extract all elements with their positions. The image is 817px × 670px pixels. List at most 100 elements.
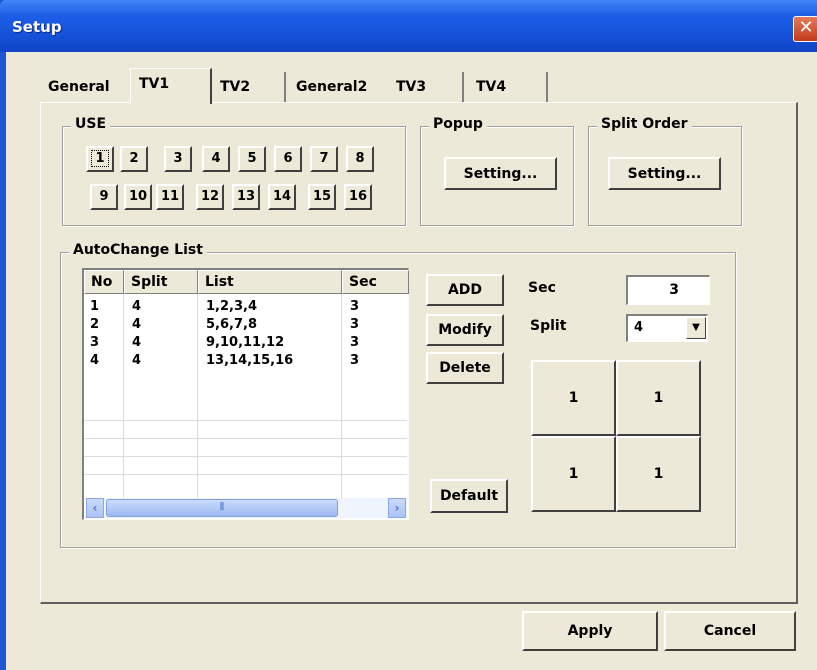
column-label: List <box>205 274 234 290</box>
column-header-no[interactable]: No <box>84 270 124 294</box>
grid-line <box>341 294 342 498</box>
channel-label: 1 <box>91 150 109 167</box>
preview-cell[interactable]: 1 <box>531 436 616 512</box>
tab-tv3[interactable]: TV3 <box>388 72 464 102</box>
channel-label: 4 <box>211 151 221 166</box>
preview-cell[interactable]: 1 <box>531 360 616 436</box>
chevron-right-icon: › <box>394 501 400 515</box>
column-header-split[interactable]: Split <box>124 270 198 294</box>
channel-button-7[interactable]: 7 <box>310 146 338 172</box>
horizontal-scrollbar[interactable]: ‹ ⦀ › <box>86 498 407 518</box>
split-order-group-title: Split Order <box>597 116 692 132</box>
channel-label: 7 <box>319 151 329 166</box>
tab-tv1[interactable]: TV1 <box>130 68 212 104</box>
channel-button-6[interactable]: 6 <box>274 146 302 172</box>
apply-button[interactable]: Apply <box>522 611 658 651</box>
button-label: Modify <box>438 322 492 338</box>
channel-label: 14 <box>272 189 292 204</box>
scroll-left-button[interactable]: ‹ <box>86 498 104 518</box>
split-order-setting-button[interactable]: Setting... <box>608 157 721 190</box>
cell-no: 3 <box>90 335 100 350</box>
delete-button[interactable]: Delete <box>426 352 504 384</box>
sec-input[interactable]: 3 <box>626 275 710 305</box>
split-select[interactable]: 4 ▼ <box>626 314 708 342</box>
button-label: ADD <box>447 282 483 298</box>
column-header-list[interactable]: List <box>198 270 342 294</box>
grid-line <box>84 420 407 421</box>
autochange-group-title: AutoChange List <box>69 242 207 258</box>
modify-button[interactable]: Modify <box>426 314 504 346</box>
channel-button-14[interactable]: 14 <box>268 184 296 210</box>
grid-line <box>84 456 407 457</box>
preview-cell[interactable]: 1 <box>616 360 701 436</box>
tab-tv2[interactable]: TV2 <box>212 72 286 102</box>
list-header: No Split List Sec <box>84 270 409 294</box>
scroll-right-button[interactable]: › <box>388 498 406 518</box>
grid-line <box>84 438 407 439</box>
channel-button-2[interactable]: 2 <box>120 146 148 172</box>
button-label: Setting... <box>627 165 702 182</box>
column-label: No <box>91 274 113 290</box>
cell-split: 4 <box>132 353 142 368</box>
autochange-listview[interactable]: No Split List Sec 1 4 1,2,3,4 3 2 4 5,6,… <box>82 268 409 520</box>
window-title: Setup <box>12 18 62 36</box>
cell-no: 1 <box>90 299 100 314</box>
split-label: Split <box>530 318 567 334</box>
channel-label: 10 <box>128 189 148 204</box>
button-label: Delete <box>439 360 491 376</box>
channel-label: 9 <box>99 189 109 204</box>
title-bar[interactable]: Setup ✕ <box>0 0 817 52</box>
channel-button-13[interactable]: 13 <box>232 184 260 210</box>
popup-setting-button[interactable]: Setting... <box>444 157 557 190</box>
channel-label: 11 <box>160 189 180 204</box>
cell-no: 2 <box>90 317 100 332</box>
use-group: USE <box>62 116 406 226</box>
cell-split: 4 <box>132 299 142 314</box>
channel-button-10[interactable]: 10 <box>124 184 152 210</box>
close-button[interactable]: ✕ <box>793 16 817 42</box>
channel-button-11[interactable]: 11 <box>156 184 184 210</box>
channel-button-15[interactable]: 15 <box>308 184 336 210</box>
preview-cell[interactable]: 1 <box>616 436 701 512</box>
channel-button-16[interactable]: 16 <box>344 184 372 210</box>
channel-label: 12 <box>200 189 220 204</box>
use-group-title: USE <box>71 116 111 132</box>
tab-tv4[interactable]: TV4 <box>468 72 548 102</box>
preview-cell-label: 1 <box>568 466 579 482</box>
cell-sec: 3 <box>350 317 360 332</box>
default-button[interactable]: Default <box>430 479 508 513</box>
scroll-thumb[interactable]: ⦀ <box>106 499 338 517</box>
split-select-value: 4 <box>634 320 644 335</box>
cell-list: 5,6,7,8 <box>206 317 257 332</box>
channel-button-5[interactable]: 5 <box>238 146 266 172</box>
channel-button-4[interactable]: 4 <box>202 146 230 172</box>
channel-label: 3 <box>173 151 183 166</box>
tab-general[interactable]: General <box>40 72 136 102</box>
add-button[interactable]: ADD <box>426 274 504 306</box>
cell-sec: 3 <box>350 353 360 368</box>
button-label: Default <box>439 488 499 504</box>
tab-general2[interactable]: General2 <box>288 72 388 102</box>
channel-button-8[interactable]: 8 <box>346 146 374 172</box>
close-icon: ✕ <box>798 17 814 38</box>
channel-button-9[interactable]: 9 <box>90 184 118 210</box>
preview-cell-label: 1 <box>568 390 579 406</box>
cell-split: 4 <box>132 335 142 350</box>
cancel-button[interactable]: Cancel <box>664 611 796 651</box>
channel-button-3[interactable]: 3 <box>164 146 192 172</box>
channel-button-12[interactable]: 12 <box>196 184 224 210</box>
channel-button-1[interactable]: 1 <box>86 146 114 172</box>
sec-label: Sec <box>528 280 556 296</box>
setup-dialog: Setup ✕ General TV1 TV2 General2 TV3 TV4… <box>0 0 817 670</box>
grid-line <box>197 294 198 498</box>
chevron-left-icon: ‹ <box>92 501 98 515</box>
channel-label: 15 <box>312 189 332 204</box>
dropdown-button[interactable]: ▼ <box>686 317 706 339</box>
cell-split: 4 <box>132 317 142 332</box>
chevron-down-icon: ▼ <box>692 322 700 333</box>
tab-label: TV2 <box>220 79 251 95</box>
column-header-sec[interactable]: Sec <box>342 270 409 294</box>
preview-cell-label: 1 <box>653 466 664 482</box>
channel-label: 2 <box>129 151 139 166</box>
tab-label: TV4 <box>476 79 507 95</box>
